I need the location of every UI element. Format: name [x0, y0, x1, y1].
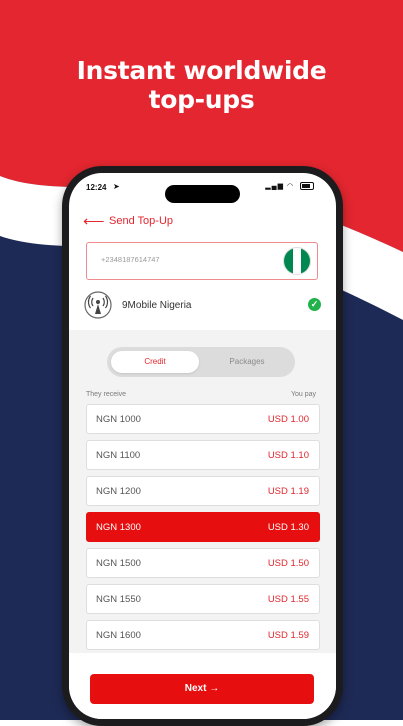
- phone-mockup: 12:24 ➤ ▂▄▆ ◠ ⟵ Send Top-Up +23481876147…: [62, 166, 343, 726]
- top-up-type-toggle: Credit Packages: [107, 347, 295, 377]
- rate-receive-amount: NGN 1000: [96, 414, 141, 425]
- tab-credit[interactable]: Credit: [111, 351, 199, 373]
- rate-pay-amount: USD 1.50: [267, 558, 309, 569]
- location-arrow-icon: ➤: [113, 182, 120, 191]
- promo-headline: Instant worldwide top-ups: [0, 56, 403, 114]
- back-arrow-icon[interactable]: ⟵: [83, 212, 105, 230]
- rate-pay-amount: USD 1.55: [267, 594, 309, 605]
- rate-receive-amount: NGN 1600: [96, 630, 141, 641]
- rate-option[interactable]: NGN 1000 USD 1.00: [86, 404, 320, 434]
- page-title: Send Top-Up: [109, 215, 174, 227]
- operator-name: 9Mobile Nigeria: [122, 300, 192, 311]
- rate-pay-amount: USD 1.19: [267, 486, 309, 497]
- phone-screen: 12:24 ➤ ▂▄▆ ◠ ⟵ Send Top-Up +23481876147…: [69, 173, 336, 719]
- rate-option[interactable]: NGN 1600 USD 1.59: [86, 620, 320, 650]
- status-icons: ▂▄▆ ◠: [265, 182, 314, 191]
- rate-option-selected[interactable]: NGN 1300 USD 1.30: [86, 512, 320, 542]
- phone-number-field[interactable]: [86, 242, 318, 280]
- rate-receive-amount: NGN 1100: [96, 450, 141, 461]
- status-time: 12:24: [86, 183, 107, 192]
- column-header-receive: They receive: [86, 391, 127, 398]
- promo-headline-line1: Instant worldwide: [76, 56, 327, 85]
- app-header: ⟵ Send Top-Up: [69, 209, 336, 235]
- tab-packages[interactable]: Packages: [203, 351, 291, 373]
- wifi-icon: ◠: [286, 183, 295, 190]
- rate-option[interactable]: NGN 1500 USD 1.50: [86, 548, 320, 578]
- broadcast-tower-icon: [84, 291, 112, 319]
- rate-receive-amount: NGN 1300: [96, 522, 141, 533]
- rate-pay-amount: USD 1.59: [267, 630, 309, 641]
- rates-list: NGN 1000 USD 1.00 NGN 1100 USD 1.10 NGN …: [86, 404, 320, 656]
- nigeria-flag-icon[interactable]: [283, 247, 311, 275]
- rate-option[interactable]: NGN 1100 USD 1.10: [86, 440, 320, 470]
- dynamic-island: [165, 185, 240, 203]
- rate-pay-amount: USD 1.10: [267, 450, 309, 461]
- cellular-signal-icon: ▂▄▆: [265, 183, 284, 190]
- rate-pay-amount: USD 1.30: [267, 522, 309, 533]
- column-header-pay: You pay: [290, 391, 316, 398]
- rate-receive-amount: NGN 1550: [96, 594, 141, 605]
- check-circle-icon: ✓: [308, 298, 321, 311]
- promo-headline-line2: top-ups: [148, 85, 255, 114]
- rate-receive-amount: NGN 1500: [96, 558, 141, 569]
- next-button[interactable]: Next →: [90, 674, 314, 704]
- operator-row[interactable]: 9Mobile Nigeria ✓: [84, 291, 321, 319]
- rate-receive-amount: NGN 1200: [96, 486, 141, 497]
- phone-number-input[interactable]: [101, 255, 271, 264]
- rate-pay-amount: USD 1.00: [267, 414, 309, 425]
- rate-option[interactable]: NGN 1550 USD 1.55: [86, 584, 320, 614]
- footer-bar: Next →: [69, 653, 336, 719]
- battery-icon: [300, 182, 314, 191]
- rate-option[interactable]: NGN 1200 USD 1.19: [86, 476, 320, 506]
